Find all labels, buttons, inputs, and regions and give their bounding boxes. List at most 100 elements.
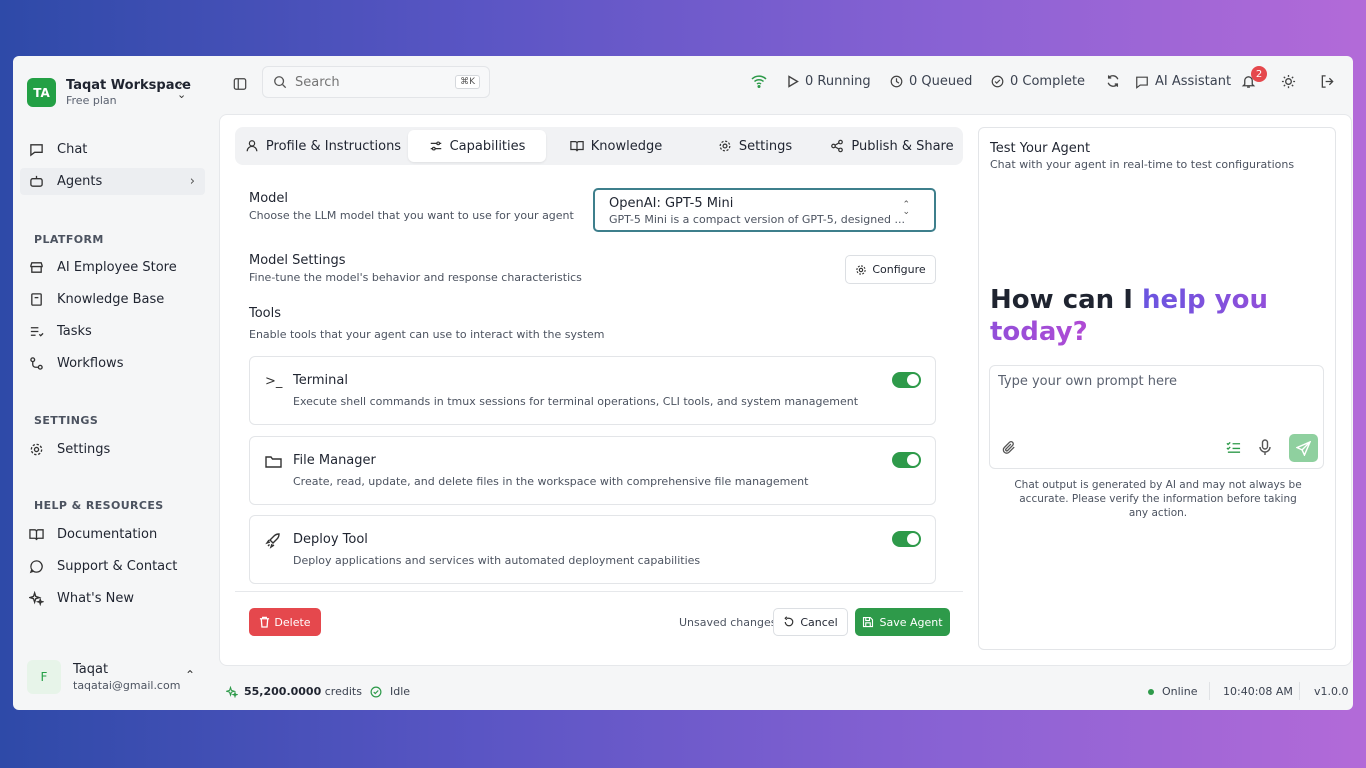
sidebar-item-agents[interactable]: Agents › [20,168,205,195]
hero-greeting: How can I help you today? [990,285,1268,347]
undo-icon [784,616,794,627]
section-settings: SETTINGS [34,414,99,427]
search-shortcut: ⌘K [455,75,480,89]
sidebar-item-label: Agents [57,174,103,189]
model-select[interactable]: OpenAI: GPT-5 Mini GPT-5 Mini is a compa… [593,188,936,232]
user-menu[interactable]: F Taqat taqatai@gmail.com [27,660,180,694]
tab-capabilities[interactable]: Capabilities [408,130,546,162]
sidebar-item-chat[interactable]: Chat [20,136,205,163]
gear-icon [27,442,45,457]
tool-card-file-manager: File Manager Create, read, update, and d… [249,436,936,505]
user-icon [246,140,258,152]
agent-editor-card: Profile & Instructions Capabilities Know… [219,114,1352,666]
send-button[interactable] [1289,434,1318,462]
status-separator [1299,682,1300,700]
refresh-icon[interactable] [1106,74,1126,88]
workflow-icon [27,356,45,371]
complete-status[interactable]: 0 Complete [991,74,1085,89]
model-settings-subtitle: Fine-tune the model's behavior and respo… [249,271,582,284]
sidebar-item-label: Chat [57,142,88,157]
share-icon [831,139,844,153]
sidebar-item-knowledge-base[interactable]: Knowledge Base [20,286,205,313]
model-title: Model [249,191,289,206]
folder-icon [265,454,282,473]
version-label: v1.0.0 [1314,685,1349,698]
sidebar-item-label: Documentation [57,527,158,542]
check-circle-icon [991,75,1004,88]
unsaved-changes-label: Unsaved changes [679,616,777,629]
book-icon [27,292,45,307]
sidebar-item-support[interactable]: Support & Contact [20,553,205,580]
workspace-logo: TA [27,78,56,107]
clock-icon [890,75,903,88]
sidebar-toggle-icon[interactable] [233,76,247,95]
idle-status: Idle [370,685,410,698]
test-agent-panel: Test Your Agent Chat with your agent in … [978,127,1336,650]
tools-title: Tools [249,306,282,321]
test-title: Test Your Agent [990,141,1091,156]
sun-icon[interactable] [1281,74,1302,89]
sidebar-item-whats-new[interactable]: What's New [20,585,205,612]
sidebar-item-label: Knowledge Base [57,292,165,307]
user-email: taqatai@gmail.com [73,679,181,692]
microphone-icon[interactable] [1258,439,1272,460]
open-book-icon [27,527,45,542]
configure-button[interactable]: Configure [845,255,936,284]
search-input[interactable] [295,74,445,90]
running-status[interactable]: 0 Running [787,74,871,89]
status-bar: 55,200.0000 credits Idle Online 10:40:08… [219,680,1353,704]
bot-icon [27,174,45,189]
ai-assistant-button[interactable]: AI Assistant [1135,74,1231,89]
sidebar-item-tasks[interactable]: Tasks [20,318,205,345]
section-help: HELP & RESOURCES [34,499,164,512]
sidebar-item-settings[interactable]: Settings [20,436,205,463]
tab-knowledge[interactable]: Knowledge [547,130,685,162]
tab-settings[interactable]: Settings [686,130,824,162]
deploy-tool-toggle[interactable] [892,531,921,547]
sidebar: TA Taqat Workspace Free plan ⌃ ⌄ Chat Age… [13,56,219,710]
model-subtitle: Choose the LLM model that you want to us… [249,209,574,222]
sidebar-item-ai-employee-store[interactable]: AI Employee Store [20,254,205,281]
prompt-input[interactable] [998,374,1308,414]
section-platform: PLATFORM [34,233,104,246]
terminal-toggle[interactable] [892,372,921,388]
chevron-up-icon[interactable]: ⌃ [185,668,195,682]
chevron-up-down-icon[interactable]: ⌃ ⌄ [177,82,186,100]
tab-publish-share[interactable]: Publish & Share [825,130,959,162]
chevron-right-icon: › [189,174,195,189]
footer-divider [235,591,963,592]
clock-readout: 10:40:08 AM [1223,685,1293,698]
chat-icon [27,142,45,157]
sidebar-item-documentation[interactable]: Documentation [20,521,205,548]
sidebar-item-label: Workflows [57,356,124,371]
tool-card-deploy-tool: Deploy Tool Deploy applications and serv… [249,515,936,584]
list-checks-icon[interactable] [1226,440,1241,459]
check-circle-icon [370,686,382,697]
save-icon [863,616,874,628]
cancel-button[interactable]: Cancel [773,608,848,636]
sidebar-item-label: Settings [57,442,111,457]
send-icon [1296,440,1311,456]
model-settings-title: Model Settings [249,253,346,268]
workspace-switcher[interactable]: TA Taqat Workspace Free plan [27,78,191,107]
tab-profile-instructions[interactable]: Profile & Instructions [239,130,407,162]
paperclip-icon[interactable] [1002,440,1017,459]
gear-icon [856,264,867,275]
workspace-plan: Free plan [66,94,117,107]
save-agent-button[interactable]: Save Agent [855,608,950,636]
sidebar-item-label: Support & Contact [57,559,178,574]
ai-disclaimer: Chat output is generated by AI and may n… [1014,479,1302,519]
model-description: GPT-5 Mini is a compact version of GPT-5… [609,213,905,226]
logout-icon[interactable] [1320,74,1341,89]
terminal-icon: >_ [265,374,283,389]
app-window: TA Taqat Workspace Free plan ⌃ ⌄ Chat Age… [13,56,1353,710]
book-open-icon [570,141,584,152]
delete-button[interactable]: Delete [249,608,321,636]
test-subtitle: Chat with your agent in real-time to tes… [990,158,1295,171]
queued-status[interactable]: 0 Queued [890,74,972,89]
sparkles-icon [27,591,45,606]
avatar: F [27,660,61,694]
sidebar-item-workflows[interactable]: Workflows [20,350,205,377]
file-manager-toggle[interactable] [892,452,921,468]
search-box[interactable]: ⌘K [262,66,490,98]
